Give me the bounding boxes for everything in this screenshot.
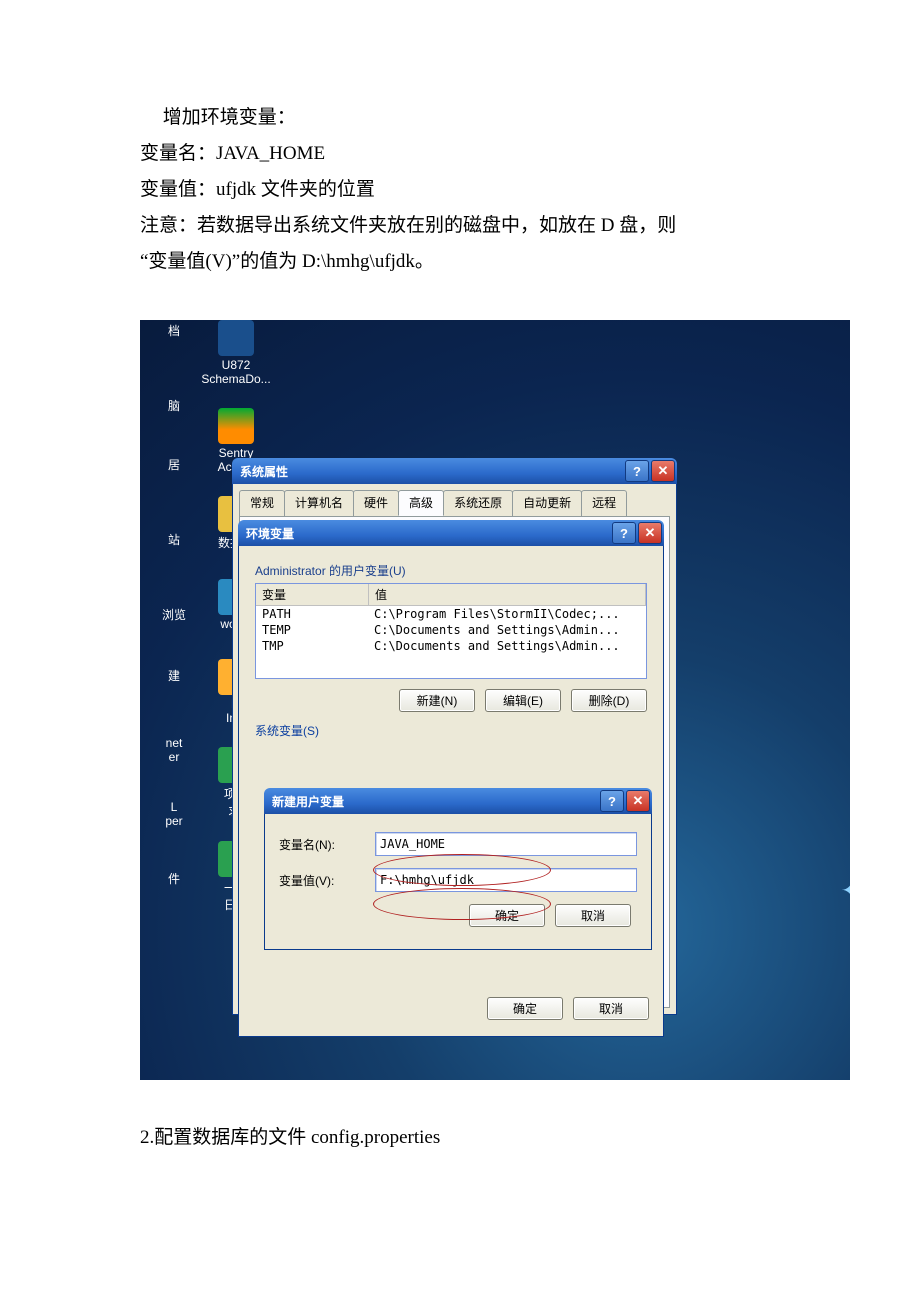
doc-p3: 变量值：ufjdk 文件夹的位置 bbox=[140, 172, 780, 208]
doc-p4: 注意：若数据导出系统文件夹放在别的磁盘中，如放在 D 盘，则 bbox=[140, 208, 780, 244]
column-value[interactable]: 值 bbox=[369, 584, 646, 605]
variable-name-label: 变量名(N): bbox=[279, 836, 375, 853]
tabs-row: 常规 计算机名 硬件 高级 系统还原 自动更新 远程 bbox=[233, 484, 676, 516]
document-text-2: 2.配置数据库的文件 config.properties bbox=[140, 1120, 780, 1156]
variable-value-label: 变量值(V): bbox=[279, 872, 375, 889]
desktop-icon[interactable]: U872SchemaDo... bbox=[196, 320, 276, 386]
titlebar[interactable]: 系统属性 ? ✕ bbox=[232, 458, 677, 484]
ok-button[interactable]: 确定 bbox=[487, 997, 563, 1020]
doc-p6: 2.配置数据库的文件 config.properties bbox=[140, 1120, 780, 1156]
tab-advanced[interactable]: 高级 bbox=[398, 490, 444, 516]
desktop-icon[interactable]: 档 bbox=[144, 322, 204, 339]
desktop-icon[interactable]: 居 bbox=[144, 456, 204, 473]
new-user-variable-window: 新建用户变量 ? ✕ 变量名(N): 变量值(V): 确定 取消 bbox=[264, 788, 652, 950]
desktop-icon[interactable]: 脑 bbox=[144, 397, 204, 414]
desktop-icon[interactable]: 建 bbox=[144, 667, 204, 684]
list-row[interactable]: TEMP C:\Documents and Settings\Admin... bbox=[256, 622, 646, 638]
window-title: 环境变量 bbox=[246, 525, 610, 542]
variable-value-input[interactable] bbox=[375, 868, 637, 892]
tab-hardware[interactable]: 硬件 bbox=[353, 490, 399, 516]
tab-system-restore[interactable]: 系统还原 bbox=[443, 490, 513, 516]
desktop-left-col: 档 脑 居 站 浏览 建 neter Lper 件 bbox=[144, 320, 204, 909]
help-button[interactable]: ? bbox=[600, 790, 624, 812]
titlebar[interactable]: 环境变量 ? ✕ bbox=[238, 520, 664, 546]
user-variables-list[interactable]: 变量 值 PATH C:\Program Files\StormII\Codec… bbox=[255, 583, 647, 679]
doc-p1: 增加环境变量： bbox=[140, 100, 780, 136]
star-decoration: ✦ bbox=[841, 874, 850, 908]
desktop-icon[interactable]: 站 bbox=[144, 531, 204, 548]
user-variables-header: Administrator 的用户变量(U) bbox=[255, 562, 653, 579]
ok-button[interactable]: 确定 bbox=[469, 904, 545, 927]
cancel-button[interactable]: 取消 bbox=[573, 997, 649, 1020]
doc-p5: “变量值(V)”的值为 D:\hmhg\ufjdk。 bbox=[140, 244, 780, 280]
delete-button[interactable]: 删除(D) bbox=[571, 689, 647, 712]
column-variable[interactable]: 变量 bbox=[256, 584, 369, 605]
close-button[interactable]: ✕ bbox=[626, 790, 650, 812]
doc-p2: 变量名：JAVA_HOME bbox=[140, 136, 780, 172]
desktop-icon[interactable]: 件 bbox=[144, 870, 204, 887]
list-row[interactable]: TMP C:\Documents and Settings\Admin... bbox=[256, 638, 646, 654]
variable-name-input[interactable] bbox=[375, 832, 637, 856]
tab-general[interactable]: 常规 bbox=[239, 490, 285, 516]
environment-variables-window: 环境变量 ? ✕ Administrator 的用户变量(U) 变量 值 PAT… bbox=[238, 520, 664, 1037]
help-button[interactable]: ? bbox=[612, 522, 636, 544]
tab-remote[interactable]: 远程 bbox=[581, 490, 627, 516]
list-row[interactable]: PATH C:\Program Files\StormII\Codec;... bbox=[256, 606, 646, 622]
cancel-button[interactable]: 取消 bbox=[555, 904, 631, 927]
new-button[interactable]: 新建(N) bbox=[399, 689, 475, 712]
tab-auto-update[interactable]: 自动更新 bbox=[512, 490, 582, 516]
desktop-icon[interactable]: Lper bbox=[144, 800, 204, 828]
window-title: 新建用户变量 bbox=[272, 793, 598, 810]
desktop-icon[interactable]: 浏览 bbox=[144, 606, 204, 623]
desktop-icon[interactable]: neter bbox=[144, 736, 204, 764]
document-text: 增加环境变量： 变量名：JAVA_HOME 变量值：ufjdk 文件夹的位置 注… bbox=[140, 100, 780, 280]
screenshot: www.bdocx.com 档 脑 居 站 浏览 建 neter Lper 件 … bbox=[140, 320, 850, 1080]
edit-button[interactable]: 编辑(E) bbox=[485, 689, 561, 712]
titlebar[interactable]: 新建用户变量 ? ✕ bbox=[264, 788, 652, 814]
window-title: 系统属性 bbox=[240, 463, 623, 480]
system-variables-header: 系统变量(S) bbox=[255, 722, 653, 739]
tab-computer-name[interactable]: 计算机名 bbox=[284, 490, 354, 516]
close-button[interactable]: ✕ bbox=[638, 522, 662, 544]
close-button[interactable]: ✕ bbox=[651, 460, 675, 482]
help-button[interactable]: ? bbox=[625, 460, 649, 482]
